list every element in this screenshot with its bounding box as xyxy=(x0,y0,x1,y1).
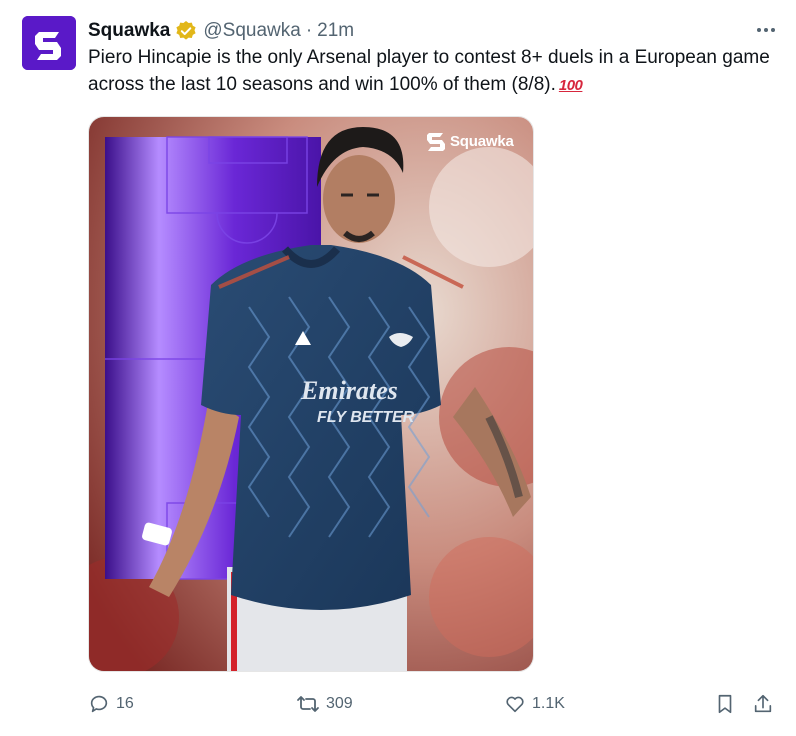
share-icon xyxy=(754,694,772,713)
squawka-mark-icon xyxy=(427,133,445,151)
shirt-sponsor-line1: Emirates xyxy=(300,376,398,405)
retweet-count: 309 xyxy=(326,695,353,712)
tweet-body: Piero Hincapie is the only Arsenal playe… xyxy=(88,47,770,95)
squawka-watermark: Squawka xyxy=(427,131,514,151)
tweet-text: Piero Hincapie is the only Arsenal playe… xyxy=(88,44,778,99)
bookmark-button[interactable] xyxy=(714,688,742,720)
tweet-image[interactable]: Emirates FLY BETTER Squawka xyxy=(88,116,534,672)
timestamp[interactable]: 21m xyxy=(317,20,354,42)
like-button[interactable]: 1.1K xyxy=(504,688,565,720)
reply-button[interactable]: 16 xyxy=(88,688,134,720)
avatar[interactable] xyxy=(22,16,76,70)
squawka-logo-icon xyxy=(22,16,76,70)
retweet-icon xyxy=(297,696,319,712)
share-button[interactable] xyxy=(752,688,780,720)
separator-dot: · xyxy=(305,20,313,41)
like-count: 1.1K xyxy=(532,695,565,712)
verified-badge-icon xyxy=(175,20,197,42)
more-icon[interactable] xyxy=(752,18,780,42)
retweet-button[interactable]: 309 xyxy=(296,688,353,720)
heart-icon xyxy=(506,696,524,713)
tweet-card[interactable]: Squawka @Squawka · 21m Piero Hincapie is… xyxy=(0,0,796,736)
player-photo: Emirates FLY BETTER xyxy=(89,117,533,671)
shirt-sponsor-line2: FLY BETTER xyxy=(317,409,415,426)
tweet-header: Squawka @Squawka · 21m xyxy=(88,16,354,46)
display-name[interactable]: Squawka xyxy=(88,20,170,42)
bookmark-icon xyxy=(718,694,732,714)
reply-icon xyxy=(90,695,108,713)
user-handle[interactable]: @Squawka xyxy=(203,20,300,42)
hundred-emoji-icon: 100 xyxy=(558,77,583,94)
reply-count: 16 xyxy=(116,695,134,712)
watermark-text: Squawka xyxy=(450,132,514,150)
action-bar: 16 309 1.1K xyxy=(0,688,796,720)
